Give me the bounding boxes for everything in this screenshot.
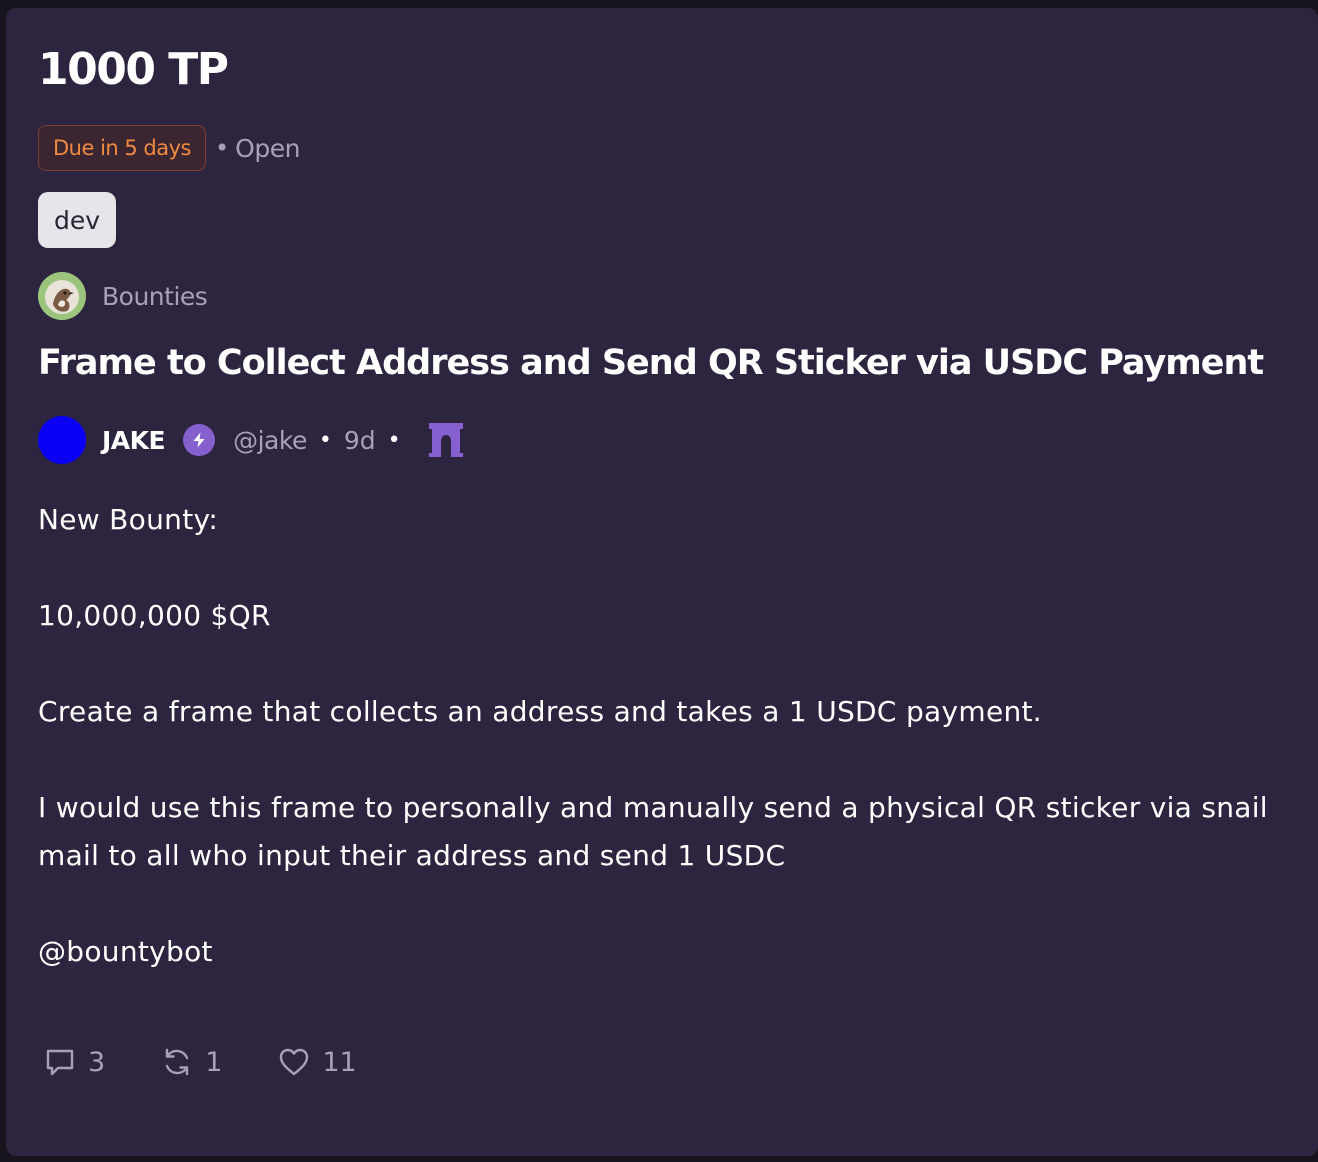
reply-count: 3 xyxy=(88,1046,106,1078)
recast-count: 1 xyxy=(205,1046,223,1078)
reply-button[interactable]: 3 xyxy=(44,1046,105,1078)
like-button[interactable]: 11 xyxy=(278,1046,357,1078)
body-paragraph: New Bounty: xyxy=(38,503,219,536)
heart-icon xyxy=(280,1048,309,1076)
bounty-card: 1000 TP Due in 5 days • Open dev Bountie… xyxy=(6,8,1318,1156)
lightning-badge-icon xyxy=(183,424,216,456)
bounty-amount: 1000 TP xyxy=(38,44,229,95)
body-paragraph: 10,000,000 $QR xyxy=(38,599,271,632)
arch-icon[interactable] xyxy=(427,422,465,458)
body-paragraph: I would use this frame to personally and… xyxy=(38,791,1268,872)
status-row: Due in 5 days • Open xyxy=(38,124,300,172)
due-badge: Due in 5 days xyxy=(38,125,206,171)
channel-link[interactable]: Bounties xyxy=(38,272,208,320)
dot-separator: • xyxy=(318,427,332,453)
comment-icon xyxy=(46,1049,74,1076)
mention-link[interactable]: @bountybot xyxy=(38,928,1278,976)
author-display-name[interactable]: JAKE xyxy=(102,426,166,455)
author-avatar[interactable] xyxy=(38,416,86,464)
author-row: JAKE @jake • 9d • xyxy=(38,416,465,464)
post-title[interactable]: Frame to Collect Address and Send QR Sti… xyxy=(38,342,1264,384)
post-age[interactable]: 9d xyxy=(344,426,376,455)
bird-avatar-icon xyxy=(38,272,86,320)
dot-separator: • xyxy=(387,427,401,453)
action-bar: 3 1 11 xyxy=(44,1042,413,1082)
status-separator: • xyxy=(215,134,230,162)
like-count: 11 xyxy=(322,1046,357,1078)
recast-button[interactable]: 1 xyxy=(161,1046,222,1078)
channel-name: Bounties xyxy=(102,281,208,311)
tag-dev[interactable]: dev xyxy=(38,192,117,248)
body-paragraph: Create a frame that collects an address … xyxy=(38,695,1042,728)
recast-icon xyxy=(165,1048,189,1076)
post-body: New Bounty: 10,000,000 $QR Create a fram… xyxy=(38,496,1278,976)
status-text: Open xyxy=(235,133,300,163)
author-handle[interactable]: @jake xyxy=(233,426,307,455)
